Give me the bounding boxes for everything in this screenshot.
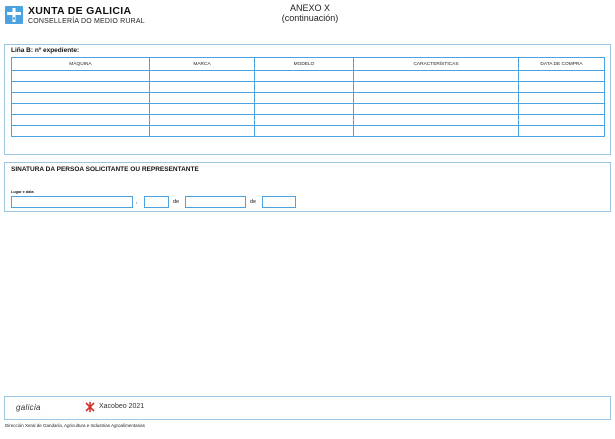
cell-brand[interactable]	[149, 103, 255, 115]
column-header-features: CARACTERÍSTICAS	[353, 57, 519, 71]
cell-purchase-date[interactable]	[518, 125, 605, 137]
table-row	[11, 70, 605, 82]
cell-features[interactable]	[353, 70, 519, 82]
cell-machine[interactable]	[11, 92, 150, 104]
galicia-logo: galicia	[16, 403, 41, 412]
annex-subtitle: (continuación)	[281, 13, 339, 23]
table-row	[11, 81, 605, 93]
cell-brand[interactable]	[149, 70, 255, 82]
cell-machine[interactable]	[11, 103, 150, 115]
cell-features[interactable]	[353, 92, 519, 104]
cell-model[interactable]	[254, 125, 354, 137]
signature-title: SINATURA DA PERSOA SOLICITANTE OU REPRES…	[11, 166, 199, 173]
de-separator-1: de	[173, 199, 180, 205]
cell-machine[interactable]	[11, 81, 150, 93]
cell-model[interactable]	[254, 114, 354, 126]
xacobeo-logo: Xacobeo 2021	[99, 403, 145, 410]
cell-features[interactable]	[353, 81, 519, 93]
table-row	[11, 125, 605, 137]
cell-machine[interactable]	[11, 125, 150, 137]
cell-features[interactable]	[353, 114, 519, 126]
section-b-title: Liña B: nº expediente:	[11, 47, 80, 54]
cell-purchase-date[interactable]	[518, 103, 605, 115]
table-row	[11, 114, 605, 126]
section-line-b: Liña B: nº expediente: MÁQUINA MARCA MOD…	[4, 44, 611, 155]
machines-table: MÁQUINA MARCA MODELO CARACTERÍSTICAS DAT…	[11, 57, 605, 137]
column-header-purchase-date: DATA DE COMPRA	[518, 57, 605, 71]
cell-purchase-date[interactable]	[518, 114, 605, 126]
cell-brand[interactable]	[149, 114, 255, 126]
cell-brand[interactable]	[149, 92, 255, 104]
month-field[interactable]	[185, 196, 246, 208]
cell-model[interactable]	[254, 81, 354, 93]
cell-model[interactable]	[254, 103, 354, 115]
place-field[interactable]	[11, 196, 133, 208]
annex-heading: ANEXO X (continuación)	[230, 3, 390, 23]
column-header-machine: MÁQUINA	[11, 57, 150, 71]
annex-title: ANEXO X	[289, 3, 330, 13]
comma-separator: ,	[136, 199, 138, 205]
signature-section: SINATURA DA PERSOA SOLICITANTE OU REPRES…	[4, 162, 611, 212]
xacobeo-icon	[85, 402, 95, 412]
ministry-subtitle: CONSELLERÍA DO MEDIO RURAL	[28, 18, 145, 25]
cell-features[interactable]	[353, 125, 519, 137]
day-field[interactable]	[144, 196, 169, 208]
department-note: Dirección Xeral de Gandaría, Agricultura…	[5, 423, 145, 428]
de-separator-2: de	[250, 199, 257, 205]
cell-brand[interactable]	[149, 125, 255, 137]
year-field[interactable]	[262, 196, 296, 208]
cell-purchase-date[interactable]	[518, 92, 605, 104]
column-header-brand: MARCA	[149, 57, 255, 71]
place-date-label: Lugar e data	[11, 190, 34, 194]
cross-emblem-icon	[7, 8, 21, 22]
cell-features[interactable]	[353, 103, 519, 115]
cell-purchase-date[interactable]	[518, 70, 605, 82]
cell-machine[interactable]	[11, 70, 150, 82]
column-header-model: MODELO	[254, 57, 354, 71]
cell-purchase-date[interactable]	[518, 81, 605, 93]
xunta-emblem-icon	[5, 6, 23, 24]
table-row	[11, 92, 605, 104]
table-row	[11, 103, 605, 115]
cell-machine[interactable]	[11, 114, 150, 126]
table-header-row: MÁQUINA MARCA MODELO CARACTERÍSTICAS DAT…	[11, 57, 605, 71]
cell-model[interactable]	[254, 70, 354, 82]
government-title: XUNTA DE GALICIA	[28, 5, 132, 17]
cell-brand[interactable]	[149, 81, 255, 93]
cell-model[interactable]	[254, 92, 354, 104]
